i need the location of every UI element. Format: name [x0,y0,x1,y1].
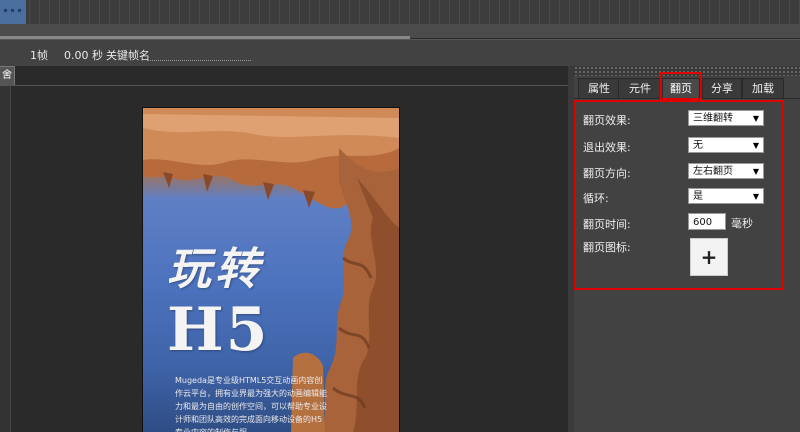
keyframe-dot [11,9,14,12]
chevron-down-icon: ▼ [752,141,759,150]
flip-effect-select[interactable]: 三维翻转 ▼ [688,110,764,126]
timeline-track[interactable] [0,0,800,25]
flip-icon-label: 翻页图标: [583,241,631,254]
chevron-down-icon: ▼ [752,114,759,123]
loop-value: 是 [693,191,703,202]
exit-effect-value: 无 [693,140,703,151]
keyframe-name-input[interactable] [147,60,251,61]
chevron-down-icon: ▼ [752,167,759,176]
tab-share[interactable]: 分享 [702,78,742,98]
stage-tab[interactable]: 舍 [0,66,15,86]
flip-time-input[interactable]: 600 [688,213,726,230]
tab-loading[interactable]: 加载 [742,78,784,98]
flip-effect-label: 翻页效果: [583,114,631,127]
page-description: Mugeda是专业级HTML5交互动画内容创作云平台，拥有业界最为强大的动画编辑… [175,376,327,432]
tab-symbols[interactable]: 元件 [618,78,662,98]
frame-time: 0.00 秒 [64,49,103,62]
chevron-down-icon: ▼ [752,192,759,201]
page-canvas[interactable]: 玩转 H5 Mugeda是专业级HTML5交互动画内容创作云平台，拥有业界最为强… [143,108,399,432]
stage-ruler [0,86,11,432]
exit-effect-select[interactable]: 无 ▼ [688,137,764,153]
exit-effect-label: 退出效果: [583,141,631,154]
loop-select[interactable]: 是 ▼ [688,188,764,204]
flip-time-unit: 毫秒 [731,217,753,230]
keyframe-marker[interactable] [0,0,26,24]
stage-tab-divider [0,85,574,86]
flip-time-label: 翻页时间: [583,218,631,231]
keyframe-dot [4,9,7,12]
plus-icon: + [700,245,718,269]
add-flip-icon-button[interactable]: + [690,238,728,276]
flip-direction-label: 翻页方向: [583,167,631,180]
frame-count: 1帧 [30,49,48,62]
active-tab-highlight [660,72,702,100]
loop-label: 循环: [583,192,609,205]
flip-direction-value: 左右翻页 [693,166,733,177]
frame-info-bar: 1帧 0.00 秒 关键帧名 [0,39,800,67]
page-title-art: 玩转 H5 [167,244,307,365]
tab-properties[interactable]: 属性 [578,78,620,98]
keyframe-dot [18,9,21,12]
title-line-2: H5 [167,295,270,365]
flip-direction-select[interactable]: 左右翻页 ▼ [688,163,764,179]
flip-effect-value: 三维翻转 [693,113,733,124]
title-line-1: 玩转 [167,244,263,295]
keyframe-name-label: 关键帧名 [106,49,150,62]
